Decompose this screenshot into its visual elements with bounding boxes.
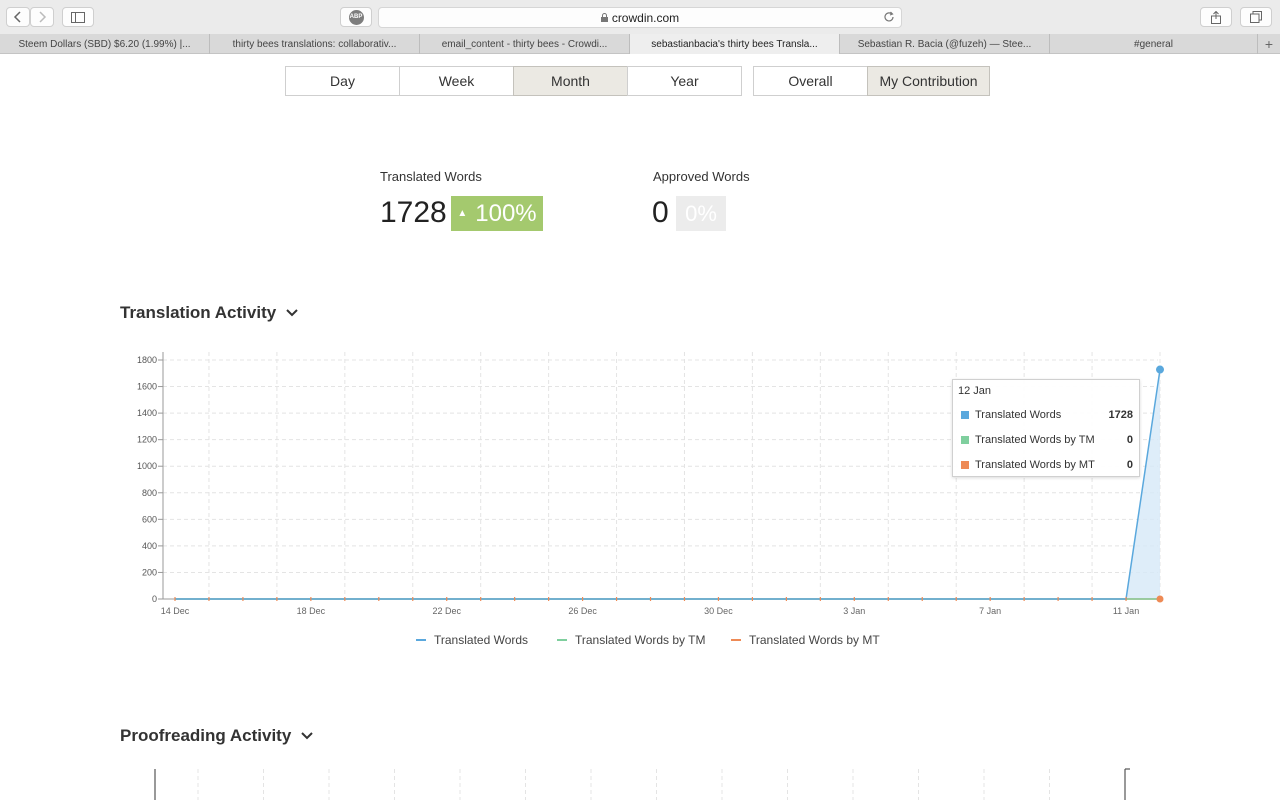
share-icon: [1211, 10, 1221, 24]
scope-overall-button[interactable]: Overall: [753, 66, 868, 96]
adblock-icon: ABP: [348, 9, 364, 25]
x-tick-label: 22 Dec: [432, 606, 461, 616]
chart-tooltip: 12 Jan Translated Words 1728 Translated …: [952, 379, 1140, 477]
x-tick-label: 26 Dec: [568, 606, 597, 616]
legend-line-icon: [731, 639, 741, 641]
approved-change-badge: 0%: [676, 196, 726, 231]
period-month-button[interactable]: Month: [513, 66, 628, 96]
tooltip-row-translated: Translated Words 1728: [961, 409, 1133, 421]
arrow-up-icon: ▲: [457, 208, 468, 219]
y-tick-label: 200: [142, 567, 157, 577]
period-week-button[interactable]: Week: [399, 66, 514, 96]
new-tab-button[interactable]: +: [1258, 34, 1280, 54]
tab-general[interactable]: #general: [1050, 34, 1258, 54]
approved-words-value: 0: [652, 196, 669, 229]
plus-icon: +: [1264, 36, 1274, 52]
tabs-icon: [1250, 11, 1262, 23]
tab-fuzeh-steemit[interactable]: Sebastian R. Bacia (@fuzeh) — Stee...: [840, 34, 1050, 54]
share-button[interactable]: [1200, 7, 1232, 27]
reload-icon[interactable]: [883, 11, 895, 23]
y-tick-label: 1600: [137, 382, 157, 392]
tooltip-row-value: 0: [1126, 434, 1133, 446]
legend-line-icon: [557, 639, 567, 641]
translation-activity-heading[interactable]: Translation Activity: [120, 303, 298, 323]
tab-label: email_content - thirty bees - Crowdi...: [441, 38, 608, 50]
legend-label: Translated Words by TM: [575, 633, 706, 647]
sidebar-icon: [71, 11, 85, 23]
tooltip-row-value: 0: [1126, 459, 1133, 471]
y-tick-label: 0: [152, 594, 157, 604]
x-tick-label: 3 Jan: [843, 606, 865, 616]
legend-item-tm[interactable]: Translated Words by TM: [557, 632, 706, 648]
tooltip-row-mt: Translated Words by MT 0: [961, 459, 1133, 471]
legend-square-icon: [961, 461, 969, 469]
tooltip-row-label: Translated Words: [975, 409, 1062, 421]
tooltip-row-label: Translated Words by TM: [975, 434, 1095, 446]
sidebar-toggle-button[interactable]: [62, 7, 94, 27]
lock-icon: [600, 13, 608, 22]
url-text: crowdin.com: [611, 10, 680, 25]
scope-selector: Overall My Contribution: [753, 66, 990, 96]
x-tick-label: 18 Dec: [297, 606, 326, 616]
tab-thirty-bees-translations[interactable]: thirty bees translations: collaborativ..…: [210, 34, 420, 54]
translated-words-label: Translated Words: [380, 169, 482, 184]
translated-change-value: 100%: [475, 199, 537, 227]
y-tick-label: 600: [142, 514, 157, 524]
chevron-down-icon: [301, 732, 314, 740]
y-tick-label: 400: [142, 541, 157, 551]
legend-label: Translated Words: [434, 633, 529, 647]
tab-label: #general: [1134, 38, 1173, 50]
browser-toolbar: ABP crowdin.com: [0, 0, 1280, 34]
tab-sebastianbacia-profile[interactable]: sebastianbacia's thirty bees Transla...: [630, 34, 840, 54]
translated-change-badge: ▲ 100%: [451, 196, 543, 231]
approved-words-label: Approved Words: [653, 169, 750, 184]
tab-label: sebastianbacia's thirty bees Transla...: [651, 38, 818, 50]
legend-square-icon: [961, 411, 969, 419]
legend-label: Translated Words by MT: [749, 633, 880, 647]
data-point-translated-highlight: [1156, 365, 1164, 374]
legend-square-icon: [961, 436, 969, 444]
y-tick-label: 800: [142, 488, 157, 498]
period-year-button[interactable]: Year: [627, 66, 742, 96]
chevron-down-icon: [286, 309, 298, 317]
proofreading-activity-title: Proofreading Activity: [120, 726, 292, 745]
proofreading-activity-chart: [154, 768, 1130, 800]
tooltip-row-value: 1728: [1108, 409, 1133, 421]
back-button[interactable]: [6, 7, 30, 27]
y-tick-label: 1800: [137, 355, 157, 365]
x-tick-label: 7 Jan: [979, 606, 1001, 616]
address-bar[interactable]: crowdin.com: [378, 7, 902, 28]
tab-label: Sebastian R. Bacia (@fuzeh) — Stee...: [857, 38, 1032, 50]
legend-item-translated[interactable]: Translated Words: [416, 632, 528, 648]
period-day-button[interactable]: Day: [285, 66, 400, 96]
legend-line-icon: [416, 639, 426, 641]
x-tick-label: 30 Dec: [704, 606, 733, 616]
y-tick-label: 1400: [137, 408, 157, 418]
tab-label: Steem Dollars (SBD) $6.20 (1.99%) |...: [18, 38, 191, 50]
tab-steem-dollars[interactable]: Steem Dollars (SBD) $6.20 (1.99%) |...: [0, 34, 210, 54]
translation-activity-title: Translation Activity: [120, 303, 277, 322]
tooltip-row-tm: Translated Words by TM 0: [961, 434, 1133, 446]
period-selector: Day Week Month Year: [285, 66, 742, 96]
tooltip-date: 12 Jan: [958, 385, 992, 397]
chevron-left-icon: [13, 11, 21, 23]
tabs-overview-button[interactable]: [1240, 7, 1272, 27]
x-tick-label: 14 Dec: [161, 606, 190, 616]
tab-email-content[interactable]: email_content - thirty bees - Crowdi...: [420, 34, 630, 54]
y-tick-label: 1200: [137, 435, 157, 445]
legend-item-mt[interactable]: Translated Words by MT: [731, 632, 880, 648]
tab-label: thirty bees translations: collaborativ..…: [232, 38, 397, 50]
tooltip-row-label: Translated Words by MT: [975, 459, 1095, 471]
translated-words-value: 1728: [380, 196, 447, 229]
y-tick-label: 1000: [137, 461, 157, 471]
forward-button[interactable]: [30, 7, 54, 27]
chevron-right-icon: [39, 11, 47, 23]
scope-my-contribution-button[interactable]: My Contribution: [867, 66, 990, 96]
adblock-button[interactable]: ABP: [340, 7, 372, 27]
proofreading-activity-heading[interactable]: Proofreading Activity: [120, 726, 314, 746]
tab-bar: Steem Dollars (SBD) $6.20 (1.99%) |... t…: [0, 34, 1280, 54]
data-point-mt-highlight: [1156, 595, 1164, 603]
x-tick-label: 11 Jan: [1113, 606, 1139, 616]
approved-change-value: 0%: [685, 200, 717, 226]
